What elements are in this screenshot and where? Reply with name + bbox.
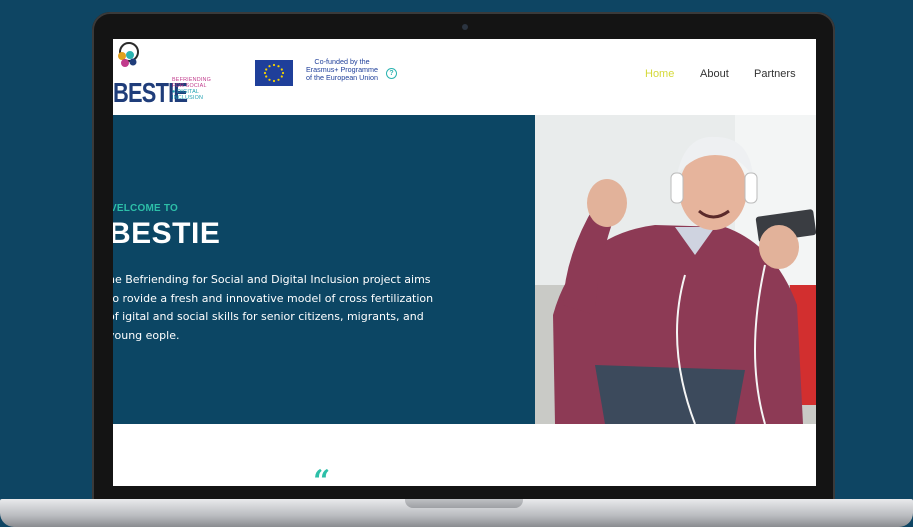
nav-home[interactable]: Home (645, 68, 674, 80)
eu-flag-icon (255, 60, 293, 86)
camera-icon (462, 24, 468, 30)
hero-description: he Befriending for Social and Digital In… (113, 273, 434, 342)
eu-text-line: of the European Union (306, 73, 378, 82)
laptop-notch (405, 499, 523, 508)
quote-icon: “ (313, 464, 331, 487)
hero-photo-senior-man (535, 115, 816, 424)
eu-cofunded-text: Co-funded by the Erasmus+ Programme of t… (299, 58, 385, 82)
help-icon[interactable]: ? (386, 68, 397, 79)
nav-partners[interactable]: Partners (754, 68, 796, 80)
browser-screen: BESTIE BEFRIENDING FOR SOCIAL ● DIGITAL … (113, 39, 816, 486)
logo-tagline: BEFRIENDING FOR SOCIAL ● DIGITAL INCLUSI… (172, 77, 211, 101)
hero-kicker: VELCOME TO (113, 203, 178, 214)
site-header: BESTIE BEFRIENDING FOR SOCIAL ● DIGITAL … (113, 39, 816, 115)
quote-section (113, 424, 816, 486)
bestie-logo-icon[interactable] (113, 42, 143, 78)
tagline-line: INCLUSION (172, 95, 204, 101)
hero-title: BESTIE (113, 217, 221, 250)
nav-about[interactable]: About (700, 68, 729, 80)
